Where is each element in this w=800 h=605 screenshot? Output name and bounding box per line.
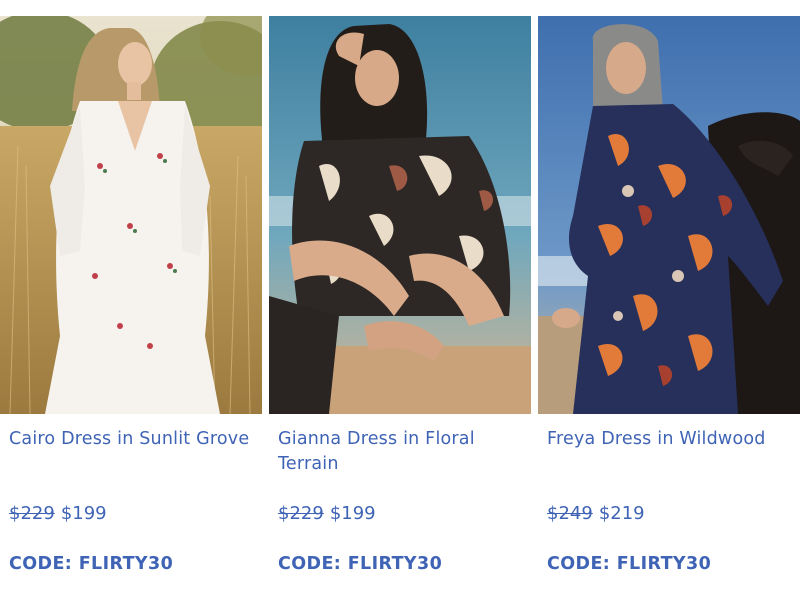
product-image[interactable] (538, 16, 800, 414)
product-price: $229 $199 (278, 501, 376, 527)
product-card: Gianna Dress in Floral Terrain $229 $199 … (269, 16, 531, 605)
product-image[interactable] (0, 16, 262, 414)
original-price: $229 (278, 503, 324, 524)
promo-code: CODE: FLIRTY30 (547, 554, 712, 574)
product-name[interactable]: Freya Dress in Wildwood (547, 427, 792, 452)
promo-code: CODE: FLIRTY30 (9, 554, 174, 574)
product-price: $249 $219 (547, 501, 645, 527)
product-image[interactable] (269, 16, 531, 414)
product-grid: Cairo Dress in Sunlit Grove $229 $199 COD… (0, 16, 800, 605)
sale-price: $199 (60, 503, 107, 524)
product-name[interactable]: Gianna Dress in Floral Terrain (278, 427, 523, 477)
sale-price: $219 (598, 503, 645, 524)
original-price: $229 (9, 503, 55, 524)
product-card: Freya Dress in Wildwood $249 $219 CODE: F… (538, 16, 800, 605)
promo-code: CODE: FLIRTY30 (278, 554, 443, 574)
sale-price: $199 (329, 503, 376, 524)
product-card: Cairo Dress in Sunlit Grove $229 $199 COD… (0, 16, 262, 605)
product-price: $229 $199 (9, 501, 107, 527)
product-name[interactable]: Cairo Dress in Sunlit Grove (9, 427, 254, 452)
original-price: $249 (547, 503, 593, 524)
